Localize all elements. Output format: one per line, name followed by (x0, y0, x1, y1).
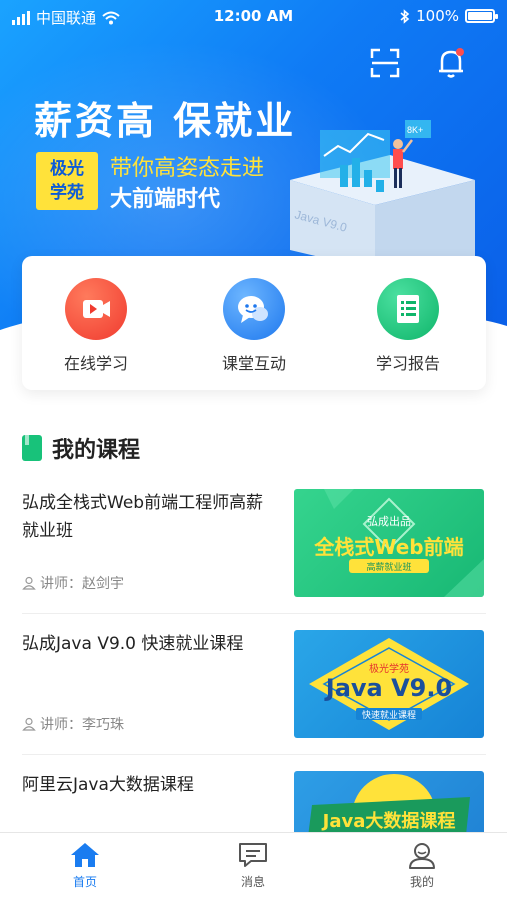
course-thumbnail: 弘成出品 全栈式Web前端 高薪就业班 (294, 489, 484, 597)
badge-line2: 学苑 (50, 183, 84, 203)
feature-label: 课堂互动 (221, 354, 286, 373)
message-icon (239, 843, 267, 867)
feature-card: 在线学习 课堂互动 学习报告 (22, 256, 486, 390)
banner-subtitle-2: 大前端时代 (110, 187, 221, 212)
course-thumbnail: Java大数据课程 (294, 771, 484, 833)
course-title: 弘成全栈式Web前端工程师高薪就业班 (22, 493, 264, 541)
divider (22, 613, 486, 614)
course-item[interactable]: 弘成全栈式Web前端工程师高薪就业班 讲师：赵剑宇 弘成出品 全栈式Web前端 … (22, 489, 486, 609)
bell-icon (439, 50, 463, 78)
divider (22, 754, 486, 755)
thumb-bottom-text: 快速就业课程 (361, 711, 416, 721)
status-bar: 中国联通 12:00 AM 100% (0, 0, 507, 32)
course-teacher: 讲师：李巧珠 (22, 714, 124, 734)
bookmark-icon (22, 435, 42, 461)
home-icon (71, 843, 99, 867)
person-icon (22, 717, 36, 731)
bottom-tab-bar: 首页 消息 我的 (0, 832, 507, 900)
art-tag: 8K+ (407, 125, 423, 135)
course-teacher: 讲师：赵剑宇 (22, 573, 124, 593)
course-item[interactable]: 弘成Java V9.0 快速就业课程 讲师：李巧珠 极光学苑 Java V9.0… (22, 630, 486, 750)
banner-badge: 极光 学苑 (36, 152, 98, 210)
thumb-top-text: 弘成出品 (367, 515, 411, 528)
course-title: 阿里云Java大数据课程 (22, 775, 194, 795)
tab-home[interactable]: 首页 (45, 841, 125, 890)
feature-classroom-interaction[interactable]: 课堂互动 (194, 278, 314, 374)
course-item[interactable]: 阿里云Java大数据课程 Java大数据课程 (22, 771, 486, 833)
scan-icon (370, 48, 400, 78)
thumb-main-text: 全栈式Web前端 (314, 535, 464, 559)
profile-icon (409, 843, 435, 869)
feature-online-learning[interactable]: 在线学习 (36, 278, 156, 374)
banner-subtitle-1: 带你高姿态走进 (110, 156, 265, 181)
tab-label: 消息 (240, 875, 265, 889)
feature-label: 在线学习 (63, 354, 128, 373)
feature-label: 学习报告 (375, 354, 440, 373)
thumb-main-text: Java V9.0 (325, 674, 453, 702)
thumb-bottom-text: 高薪就业班 (366, 563, 412, 573)
section-title: 我的课程 (52, 438, 141, 463)
video-icon (65, 278, 127, 340)
battery-icon (465, 9, 498, 23)
notification-button[interactable] (432, 44, 470, 82)
notification-dot (456, 48, 464, 56)
person-icon (22, 576, 36, 590)
teacher-name: 讲师：李巧珠 (40, 717, 124, 733)
thumb-top-text: 极光学苑 (369, 664, 409, 675)
thumb-main-text: Java大数据课程 (322, 811, 456, 832)
scan-button[interactable] (366, 44, 404, 82)
tab-messages[interactable]: 消息 (213, 841, 293, 890)
battery-percent: 100% (416, 7, 459, 25)
teacher-name: 讲师：赵剑宇 (40, 576, 124, 592)
tab-profile[interactable]: 我的 (382, 841, 462, 890)
tab-label: 首页 (72, 875, 97, 889)
chat-icon (223, 278, 285, 340)
my-courses-heading: 我的课程 (22, 432, 140, 464)
course-thumbnail: 极光学苑 Java V9.0 快速就业课程 (294, 630, 484, 738)
course-title: 弘成Java V9.0 快速就业课程 (22, 634, 244, 654)
feature-study-report[interactable]: 学习报告 (348, 278, 468, 374)
report-icon (377, 278, 439, 340)
tab-label: 我的 (409, 875, 434, 889)
badge-line1: 极光 (50, 159, 84, 179)
banner-slogan: 薪资高 保就业 (34, 99, 297, 143)
banner-illustration: 8K+ Java V9.0 (290, 120, 475, 270)
bluetooth-icon (400, 8, 410, 24)
